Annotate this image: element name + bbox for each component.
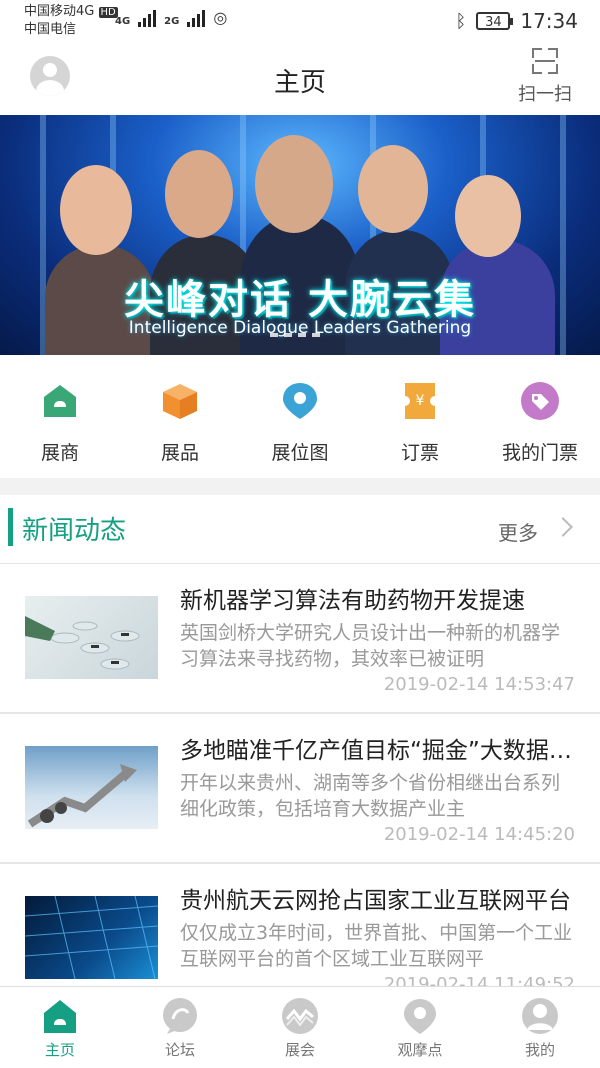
tab-exhibition[interactable]: 展会: [240, 987, 360, 1068]
news-item[interactable]: 多地瞄准千亿产值目标“掘金”大数据产业 开年以来贵州、湖南等多个省份相继出台系列…: [0, 714, 600, 864]
carrier-1: 中国移动4G: [24, 4, 95, 19]
tab-label: 主页: [44, 1041, 75, 1059]
news-title: 多地瞄准千亿产值目标“掘金”大数据产业: [180, 738, 575, 764]
tab-forum[interactable]: 论坛: [120, 987, 240, 1068]
banner-face: [255, 135, 333, 233]
quick-nav-label: 展品: [160, 442, 199, 464]
banner-title: 尖峰对话 大腕云集: [124, 277, 476, 323]
net-2: 2G: [164, 16, 180, 27]
news-date: 2019-02-14 14:45:20: [383, 824, 575, 845]
status-right: ᛒ 34 17:34: [456, 9, 578, 33]
quick-nav-label: 展商: [40, 442, 79, 464]
map-pin-icon: [401, 997, 439, 1035]
tab-home[interactable]: 主页: [0, 987, 120, 1068]
news-summary: 仅仅成立3年时间，世界首批、中国第一个工业互联网平台的首个区域工业互联网平: [180, 922, 573, 970]
page-title: 主页: [273, 68, 326, 98]
banner-face: [455, 175, 521, 257]
quick-nav-label: 我的门票: [501, 442, 578, 464]
tab-label: 我的: [524, 1041, 555, 1059]
news-list: 新机器学习算法有助药物开发提速 英国剑桥大学研究人员设计出一种新的机器学习算法来…: [0, 564, 600, 986]
user-icon: [521, 997, 559, 1035]
banner-face: [165, 150, 233, 238]
quick-nav-label: 展位图: [271, 442, 329, 464]
scan-label: 扫一扫: [518, 84, 572, 105]
news-section-title: 新闻动态: [22, 516, 127, 546]
tab-label: 论坛: [164, 1041, 195, 1059]
news-title: 贵州航天云网抢占国家工业互联网平台: [180, 888, 571, 914]
battery-level: 34: [485, 15, 502, 30]
quick-nav: 展商 展品 展位图 ¥ 订票 我的门票: [0, 355, 600, 478]
svg-text:¥: ¥: [416, 393, 425, 409]
carrier-info: 中国移动4G HD 中国电信: [24, 3, 118, 38]
net-1: 4G: [115, 16, 131, 27]
signal-bars-icon: [138, 9, 157, 27]
tab-label: 展会: [284, 1041, 315, 1059]
quick-nav-floor-plan[interactable]: 展位图: [240, 355, 360, 478]
clock: 17:34: [520, 9, 578, 33]
quick-nav-my-tickets[interactable]: 我的门票: [480, 355, 600, 478]
signal-indicators: 4G 2G ◎: [115, 8, 227, 27]
quick-nav-label: 订票: [400, 442, 439, 464]
news-section-header: 新闻动态 更多: [0, 495, 600, 564]
status-bar: 中国移动4G HD 中国电信 4G 2G ◎ ᛒ 34 17:34: [0, 0, 600, 40]
home-icon: [41, 997, 79, 1035]
quick-nav-exhibitors[interactable]: 展商: [0, 355, 120, 478]
news-thumbnail: [25, 896, 158, 979]
news-summary: 开年以来贵州、湖南等多个省份相继出台系列细化政策，包括培育大数据产业主: [180, 772, 561, 820]
scan-icon: [532, 48, 558, 74]
tag-icon: [520, 381, 560, 421]
quick-nav-tickets[interactable]: ¥ 订票: [360, 355, 480, 478]
news-item[interactable]: 新机器学习算法有助药物开发提速 英国剑桥大学研究人员设计出一种新的机器学习算法来…: [0, 564, 600, 714]
quick-nav-products[interactable]: 展品: [120, 355, 240, 478]
bluetooth-icon: ᛒ: [455, 10, 467, 32]
more-link[interactable]: 更多: [498, 517, 562, 546]
section-accent-bar: [8, 508, 13, 546]
tab-sites[interactable]: 观摩点: [360, 987, 480, 1068]
ticket-icon: ¥: [400, 381, 440, 421]
tab-label: 观摩点: [397, 1041, 443, 1059]
news-thumbnail: [25, 596, 158, 679]
battery-icon: 34: [476, 12, 514, 30]
news-date: 2019-02-14 11:49:52: [383, 974, 575, 986]
more-label: 更多: [498, 521, 538, 545]
chat-bubble-icon: [161, 997, 199, 1035]
carrier-2: 中国电信: [24, 22, 77, 37]
banner-carousel[interactable]: 尖峰对话 大腕云集 Intelligence Dialogue Leaders …: [0, 115, 600, 355]
news-title: 新机器学习算法有助药物开发提速: [180, 588, 525, 614]
news-date: 2019-02-14 14:53:47: [383, 674, 575, 695]
scan-button[interactable]: 扫一扫: [514, 48, 576, 106]
news-thumbnail: [25, 746, 158, 829]
signal-bars-icon: [187, 9, 206, 27]
store-icon: [40, 381, 80, 421]
tab-profile[interactable]: 我的: [480, 987, 600, 1068]
hotspot-icon: ◎: [213, 8, 228, 27]
app-header: 主页 扫一扫: [0, 40, 600, 115]
wave-icon: [281, 997, 319, 1035]
news-summary: 英国剑桥大学研究人员设计出一种新的机器学习算法来寻找药物，其效率已被证明: [180, 622, 561, 670]
box-icon: [160, 381, 200, 421]
carousel-indicator[interactable]: [270, 333, 320, 337]
banner-face: [60, 165, 132, 255]
bottom-tab-bar: 主页 论坛 展会 观摩点 我的: [0, 986, 600, 1068]
banner-face: [358, 145, 428, 233]
news-item[interactable]: 贵州航天云网抢占国家工业互联网平台 仅仅成立3年时间，世界首批、中国第一个工业互…: [0, 864, 600, 986]
location-pin-icon: [280, 381, 320, 421]
